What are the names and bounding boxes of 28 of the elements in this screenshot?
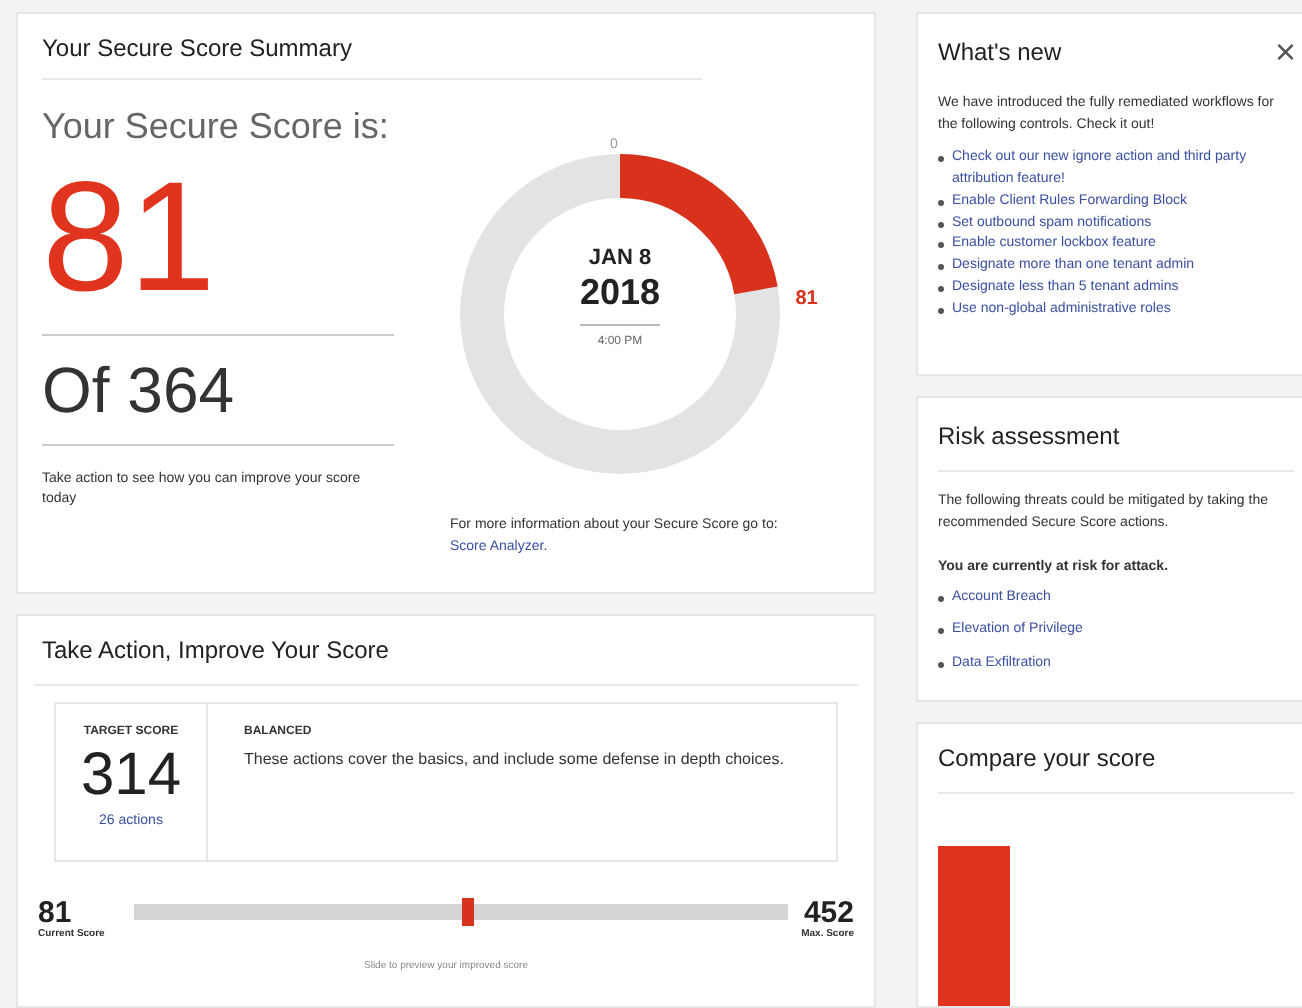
bullet-icon <box>938 661 944 668</box>
bullet-icon <box>938 199 944 206</box>
slider-thumb[interactable] <box>461 898 474 927</box>
gauge-value-label: 81 <box>795 286 818 314</box>
bullet-icon <box>938 628 944 635</box>
plan-text: These actions cover the basics, and include some defense in depth choices. <box>244 748 786 771</box>
bullet-icon <box>938 221 944 228</box>
gauge-date: JAN 8 <box>588 248 652 270</box>
score-value: 81 <box>42 158 218 328</box>
card-title: Compare your score <box>938 740 1294 794</box>
card-title: Risk assessment <box>938 418 1294 473</box>
bullet-icon <box>938 156 944 162</box>
bullet-icon <box>938 242 944 249</box>
card-title: What's new <box>938 36 1062 70</box>
gauge-year: 2018 <box>579 270 661 315</box>
bullet-icon <box>938 307 944 314</box>
target-score: 314 <box>80 742 182 809</box>
bullet-icon <box>938 595 944 602</box>
score-slider[interactable] <box>134 898 788 927</box>
current-score: 81 <box>38 898 72 929</box>
close-button[interactable]: × <box>1274 34 1296 70</box>
card-title: Take Action, Improve Your Score <box>34 632 858 687</box>
bullet-icon <box>938 264 944 271</box>
card-title: Your Secure Score Summary <box>42 30 702 80</box>
bullet-icon <box>938 286 944 293</box>
score-heading: Your Secure Score is: <box>42 104 391 150</box>
score-total: Of 364 <box>42 352 237 430</box>
max-score: 452 <box>803 898 854 929</box>
